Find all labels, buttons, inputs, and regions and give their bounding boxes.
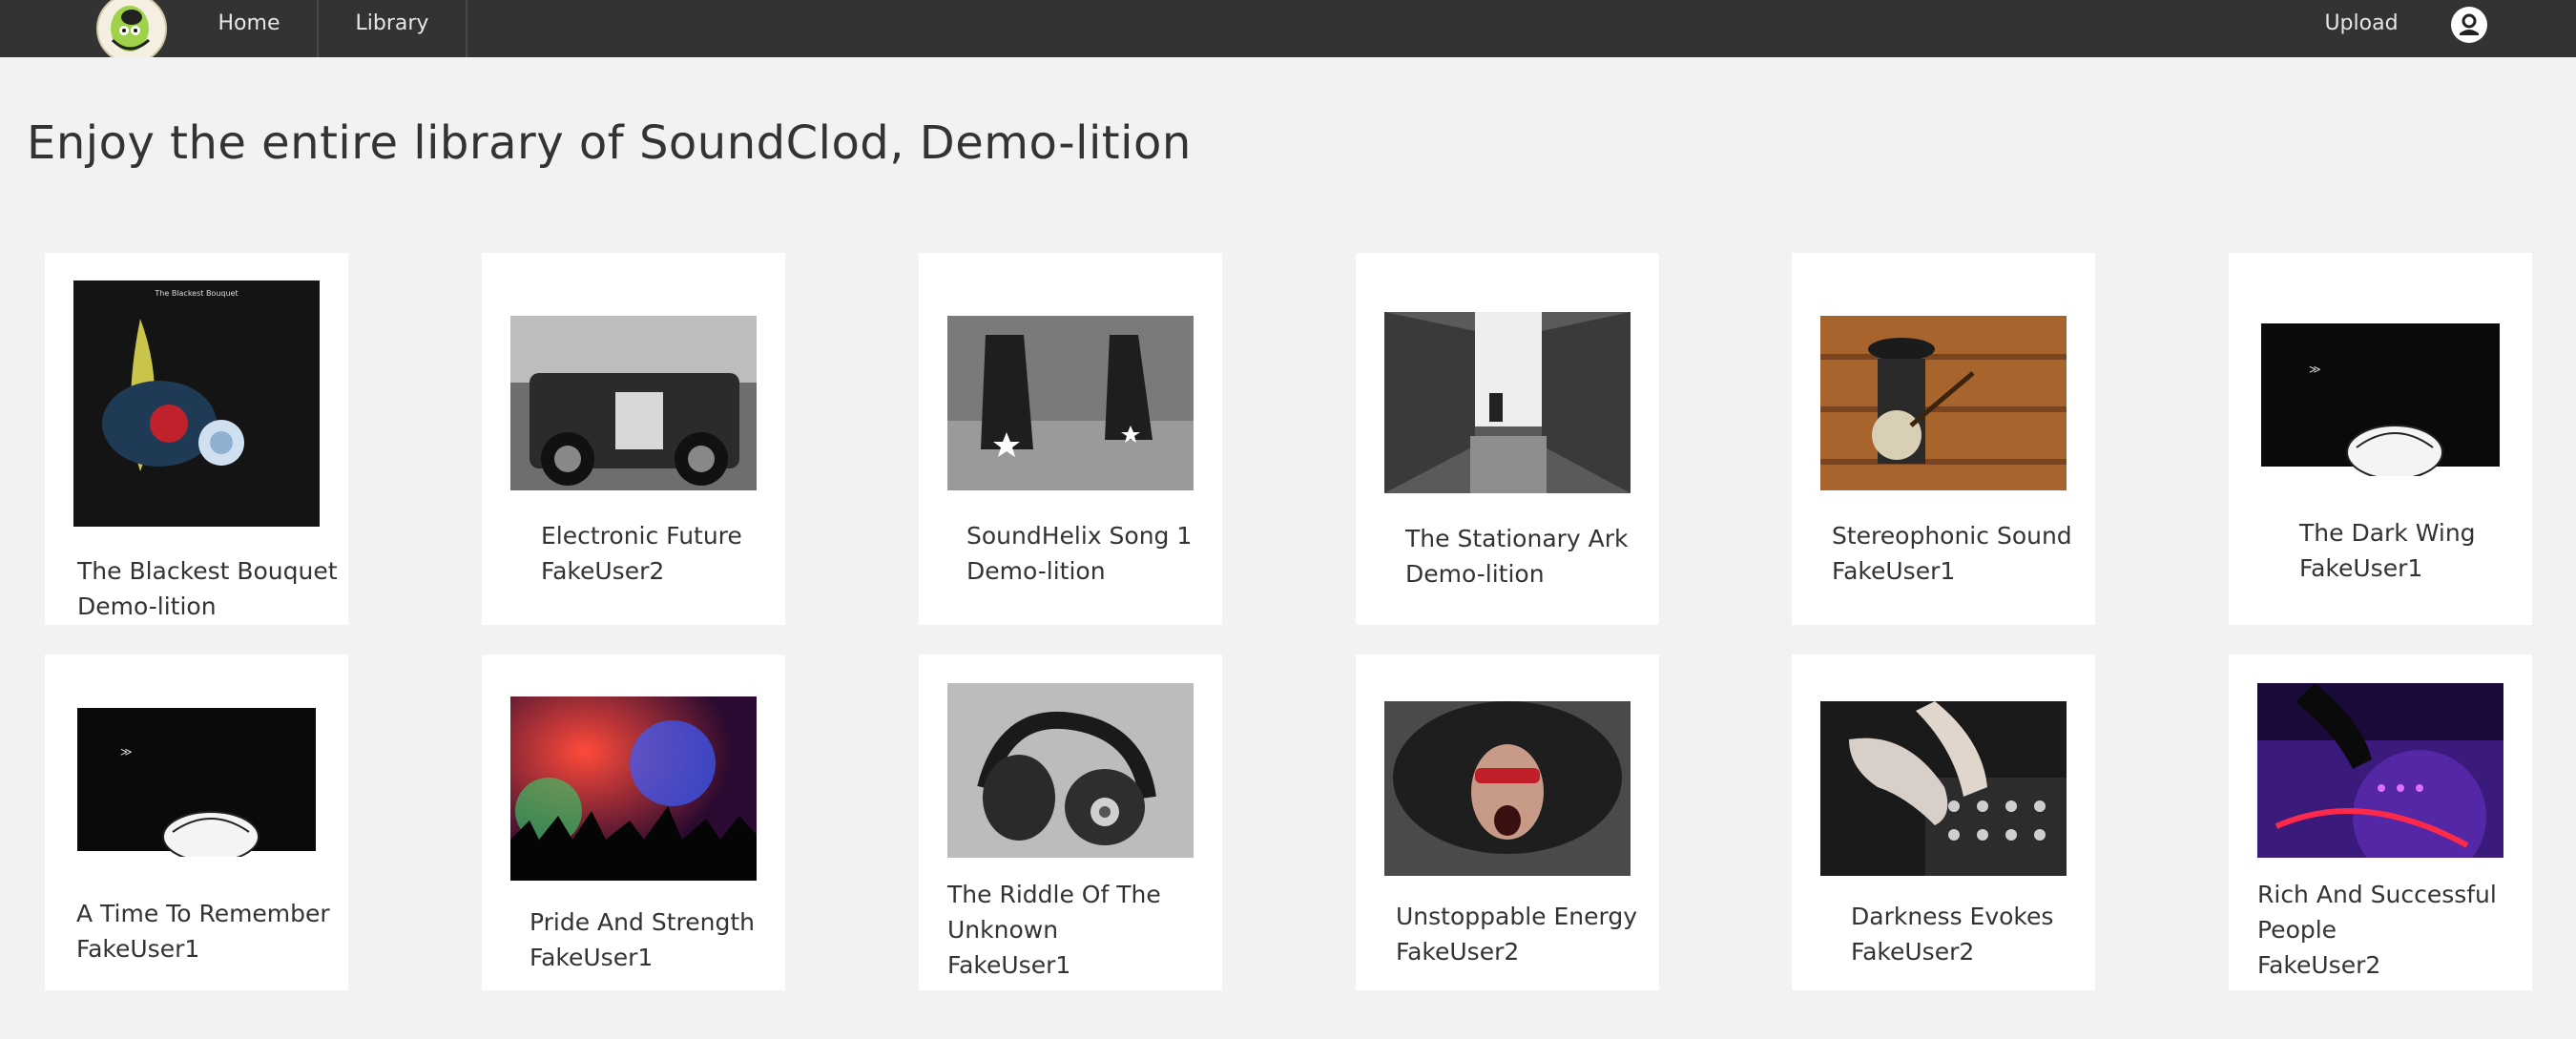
song-artist[interactable]: FakeUser1 [1832,553,1955,589]
song-card[interactable]: Electronic Future FakeUser2 [482,253,785,625]
song-card[interactable]: Stereophonic Sound FakeUser1 [1792,253,2095,625]
album-art [1820,316,2067,490]
song-title[interactable]: Darkness Evokes [1851,899,2053,934]
album-art [1820,701,2067,876]
song-title-line-2[interactable]: People [2257,912,2337,947]
song-title[interactable]: Stereophonic Sound [1832,518,2072,553]
album-art [1384,701,1631,876]
logo[interactable] [92,0,172,57]
song-title[interactable]: SoundHelix Song 1 [966,518,1192,553]
song-artist[interactable]: FakeUser1 [530,940,653,975]
song-card[interactable]: Pride And Strength FakeUser1 [482,655,785,990]
nav-upload-link[interactable]: Upload [2290,0,2433,57]
user-menu-button[interactable] [2451,7,2487,43]
song-title-line-1[interactable]: The Riddle Of The [947,877,1161,912]
song-card[interactable]: ≫ A Time To Remember FakeUser1 [45,655,348,990]
song-title[interactable]: The Blackest Bouquet [77,553,338,589]
song-card[interactable]: Rich And Successful People FakeUser2 [2229,655,2532,990]
song-title[interactable]: The Dark Wing [2299,515,2476,551]
album-art: ≫ [77,708,316,857]
album-art [947,683,1194,858]
song-artist[interactable]: Demo-lition [1405,556,1545,592]
song-artist[interactable]: FakeUser2 [1396,934,1519,969]
song-card[interactable]: The Riddle Of The Unknown FakeUser1 [919,655,1222,990]
nav-library-link[interactable]: Library [319,0,467,57]
page-title: Enjoy the entire library of SoundClod, D… [27,116,1192,170]
song-title[interactable]: Unstoppable Energy [1396,899,1637,934]
album-art [510,696,757,881]
album-art-caption: The Blackest Bouquet [154,289,238,298]
svg-text:≫: ≫ [120,745,133,758]
album-art: ≫ [2261,323,2500,476]
song-artist[interactable]: Demo-lition [77,589,217,624]
song-title[interactable]: Pride And Strength [530,904,755,940]
song-title[interactable]: The Stationary Ark [1405,521,1629,556]
top-navbar: Home Library Upload [0,0,2576,57]
song-artist[interactable]: Demo-lition [966,553,1106,589]
song-artist[interactable]: FakeUser1 [76,931,199,966]
user-icon [2460,13,2479,35]
song-card[interactable]: Unstoppable Energy FakeUser2 [1356,655,1659,990]
song-card[interactable]: The Blackest Bouquet The Blackest Bouque… [45,253,348,625]
album-art: The Blackest Bouquet [73,281,320,527]
song-artist[interactable]: FakeUser2 [1851,934,1974,969]
album-art [1384,312,1631,493]
song-card[interactable]: ≫ The Dark Wing FakeUser1 [2229,253,2532,625]
song-artist[interactable]: FakeUser2 [541,553,664,589]
svg-text:≫: ≫ [2309,363,2321,376]
nav-home-link[interactable]: Home [181,0,319,57]
album-art [947,316,1194,490]
song-title-line-1[interactable]: Rich And Successful [2257,877,2497,912]
album-art [510,316,757,490]
song-title[interactable]: A Time To Remember [76,896,330,931]
song-card[interactable]: The Stationary Ark Demo-lition [1356,253,1659,625]
song-artist[interactable]: FakeUser1 [947,947,1070,983]
song-card[interactable]: SoundHelix Song 1 Demo-lition [919,253,1222,625]
song-card[interactable]: Darkness Evokes FakeUser2 [1792,655,2095,990]
album-art [2257,683,2503,858]
song-title-line-2[interactable]: Unknown [947,912,1058,947]
song-title[interactable]: Electronic Future [541,518,742,553]
song-artist[interactable]: FakeUser1 [2299,551,2422,586]
song-artist[interactable]: FakeUser2 [2257,947,2380,983]
